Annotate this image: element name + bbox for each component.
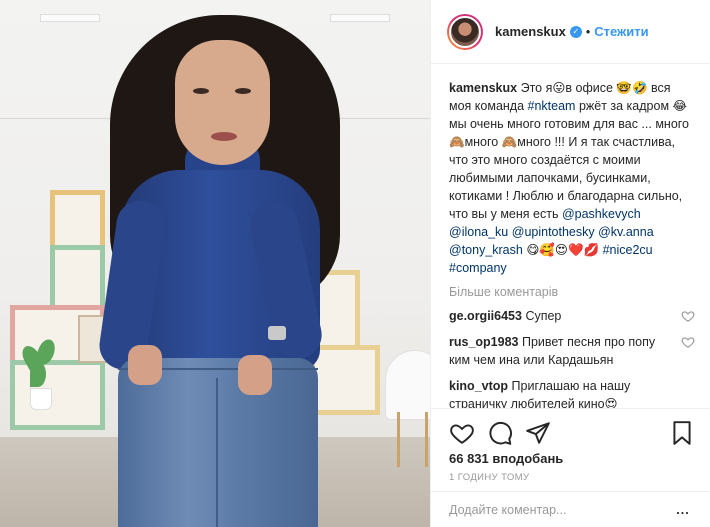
- mention-link[interactable]: @upintothesky: [512, 225, 595, 239]
- hashtag-link[interactable]: #company: [449, 261, 507, 275]
- post-panel: kamenskux ✓ • Стежити kamenskux Это я😛в …: [430, 0, 710, 527]
- mention-link[interactable]: @tony_krash: [449, 243, 523, 257]
- more-options-button[interactable]: ...: [674, 503, 692, 517]
- post-header: kamenskux ✓ • Стежити: [431, 0, 710, 64]
- left-hand: [128, 345, 162, 385]
- post-timestamp[interactable]: 1 годину тому: [449, 472, 695, 483]
- separator-dot: •: [585, 24, 591, 39]
- mention-link[interactable]: @kv.anna: [598, 225, 654, 239]
- comment-item: kino_vtop Приглашаю на нашу страничку лю…: [449, 377, 695, 408]
- post-caption: kamenskux Это я😛в офисе 🤓🤣 вся моя коман…: [449, 79, 695, 277]
- action-bar: [449, 417, 695, 449]
- bookmark-icon[interactable]: [669, 420, 695, 446]
- mention-link[interactable]: @ilona_ku: [449, 225, 508, 239]
- comment-like-heart-icon[interactable]: [681, 335, 695, 349]
- comment-item: ge.orgii6453 Супер: [449, 307, 695, 325]
- right-hand: [238, 355, 272, 395]
- hashtag-link[interactable]: #nice2cu: [603, 243, 653, 257]
- caption-username[interactable]: kamenskux: [449, 81, 517, 95]
- instagram-post: kamenskux ✓ • Стежити kamenskux Это я😛в …: [0, 0, 710, 527]
- post-photo[interactable]: [0, 0, 430, 527]
- verified-check-icon: ✓: [569, 25, 582, 38]
- add-comment-bar: ...: [431, 491, 710, 527]
- paper-plane-icon[interactable]: [525, 420, 551, 446]
- speech-bubble-icon[interactable]: [487, 420, 513, 446]
- comment-input[interactable]: [449, 502, 674, 517]
- comment-username[interactable]: rus_op1983: [449, 335, 518, 349]
- woman-figure: [0, 0, 430, 527]
- wristwatch: [268, 326, 286, 340]
- caption-text: ржёт за кадром 😂 мы очень много готовим …: [449, 99, 690, 221]
- story-ring[interactable]: [447, 13, 483, 50]
- comment-username[interactable]: ge.orgii6453: [449, 309, 522, 323]
- comment-username[interactable]: kino_vtop: [449, 379, 508, 393]
- face: [175, 40, 270, 165]
- mention-link[interactable]: @pashkevych: [562, 207, 641, 221]
- comment-like-heart-icon[interactable]: [681, 309, 695, 323]
- follow-button[interactable]: Стежити: [594, 24, 648, 39]
- load-more-comments-button[interactable]: Більше коментарів: [449, 285, 695, 299]
- caption-emojis: 😋🥰😍❤️💋: [526, 243, 600, 257]
- hashtag-link[interactable]: #nkteam: [528, 99, 576, 113]
- avatar[interactable]: [449, 15, 481, 48]
- comment-item: rus_op1983 Привет песня про попу ким чем…: [449, 333, 695, 369]
- comment-text: Супер: [525, 309, 562, 323]
- likes-count[interactable]: 66 831 вподобань: [449, 451, 695, 466]
- header-username[interactable]: kamenskux: [495, 24, 566, 39]
- comments-list[interactable]: kamenskux Это я😛в офисе 🤓🤣 вся моя коман…: [431, 65, 710, 408]
- heart-icon[interactable]: [449, 420, 475, 446]
